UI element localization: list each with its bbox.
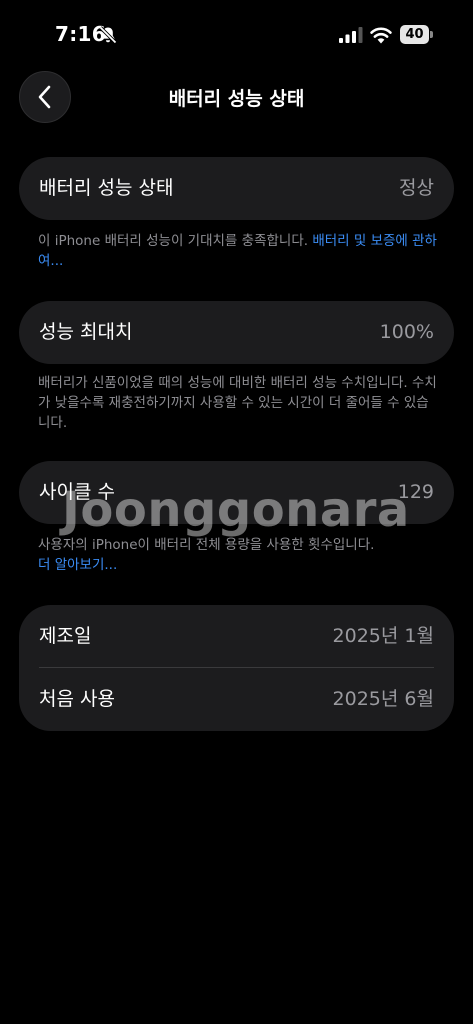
battery-health-row: 배터리 성능 상태 정상	[19, 157, 454, 220]
cellular-signal-icon	[339, 27, 363, 43]
cycle-count-card: 사이클 수 129	[19, 461, 454, 524]
manufacture-date-row: 제조일 2025년 1월	[19, 605, 454, 668]
max-capacity-label: 성능 최대치	[39, 321, 133, 343]
first-use-row: 처음 사용 2025년 6월	[19, 668, 454, 731]
battery-health-footnote-text: 이 iPhone 배터리 성능이 기대치를 충족합니다.	[38, 233, 313, 249]
dates-card: 제조일 2025년 1월 처음 사용 2025년 6월	[19, 605, 454, 731]
back-button[interactable]	[19, 71, 71, 123]
page-title: 배터리 성능 상태	[168, 88, 305, 110]
bell-off-icon	[99, 26, 117, 44]
cycle-count-row: 사이클 수 129	[19, 461, 454, 524]
cycle-count-value: 129	[397, 481, 434, 503]
learn-more-link[interactable]: 더 알아보기...	[38, 557, 117, 573]
battery-health-footnote: 이 iPhone 배터리 성능이 기대치를 충족합니다. 배터리 및 보증에 관…	[38, 231, 438, 271]
battery-tip	[430, 31, 433, 38]
cycle-count-label: 사이클 수	[39, 481, 115, 503]
max-capacity-row: 성능 최대치 100%	[19, 301, 454, 364]
first-use-label: 처음 사용	[39, 688, 115, 710]
cycle-count-footnote-text: 사용자의 iPhone이 배터리 전체 용량을 사용한 횟수입니다.	[38, 537, 375, 553]
max-capacity-footnote: 배터리가 신품이었을 때의 성능에 대비한 배터리 성능 수치입니다. 수치가 …	[38, 375, 437, 431]
wifi-icon	[370, 27, 392, 44]
battery-level: 40	[400, 25, 429, 44]
max-capacity-value: 100%	[379, 321, 434, 343]
battery-health-card: 배터리 성능 상태 정상	[19, 157, 454, 220]
manufacture-date-value: 2025년 1월	[332, 625, 434, 647]
battery-health-value: 정상	[399, 177, 434, 199]
max-capacity-card: 성능 최대치 100%	[19, 301, 454, 364]
manufacture-date-label: 제조일	[39, 625, 92, 647]
status-bar: 7:16 40	[0, 0, 473, 70]
cycle-count-footnote: 사용자의 iPhone이 배터리 전체 용량을 사용한 횟수입니다. 더 알아보…	[38, 535, 438, 575]
battery-health-label: 배터리 성능 상태	[39, 177, 174, 199]
battery-icon: 40	[400, 25, 433, 44]
chevron-left-icon	[38, 85, 51, 109]
first-use-value: 2025년 6월	[332, 688, 434, 710]
